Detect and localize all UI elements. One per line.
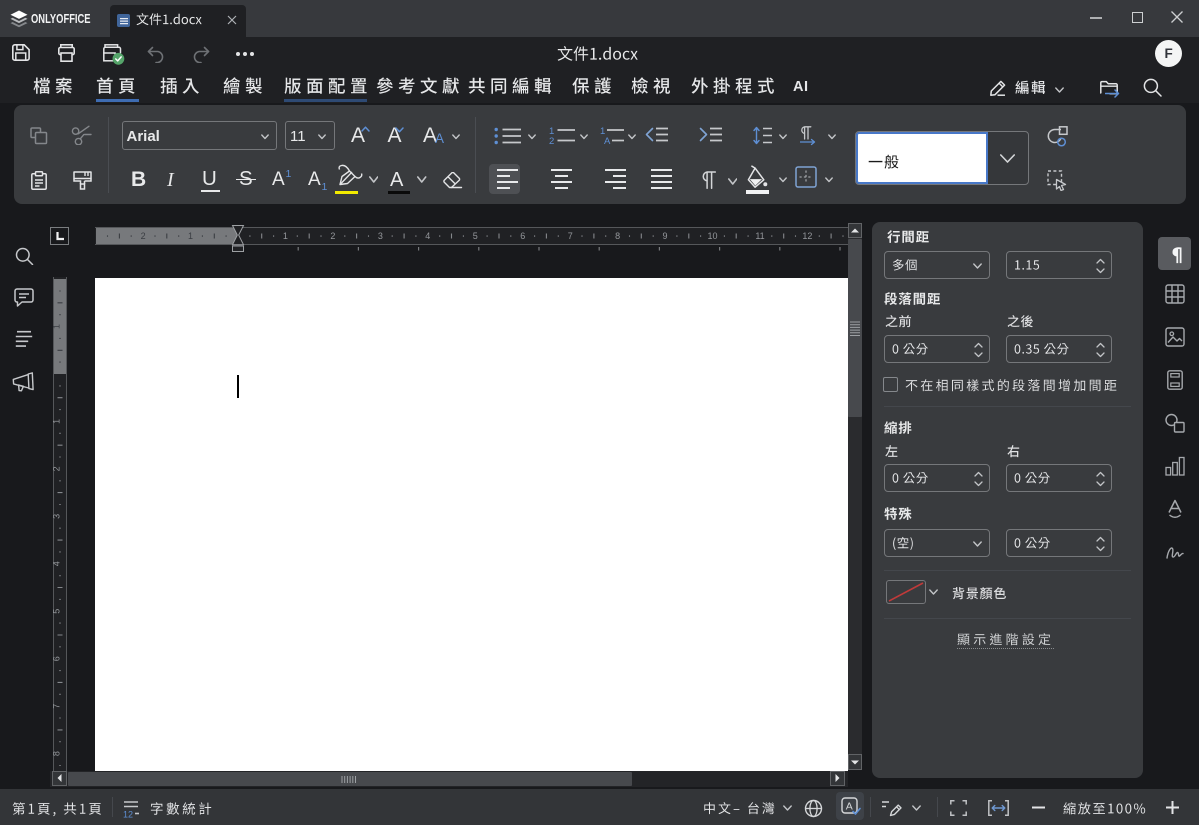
svg-text:12: 12	[123, 810, 133, 819]
svg-text:A: A	[604, 136, 611, 145]
svg-text:5: 5	[52, 609, 62, 614]
svg-text:2: 2	[52, 466, 62, 471]
svg-text:4: 4	[52, 561, 62, 566]
svg-text:8: 8	[52, 751, 62, 756]
svg-text:1: 1	[188, 231, 193, 241]
svg-text:2: 2	[141, 231, 146, 241]
svg-text:2: 2	[330, 231, 335, 241]
svg-text:11: 11	[755, 231, 764, 241]
svg-text:3: 3	[52, 514, 62, 519]
svg-text:1: 1	[52, 419, 62, 424]
svg-text:2: 2	[549, 136, 554, 145]
svg-text:7: 7	[568, 231, 573, 241]
svg-text:7: 7	[52, 704, 62, 709]
svg-text:A: A	[846, 801, 853, 813]
svg-text:1: 1	[283, 231, 288, 241]
svg-text:8: 8	[615, 231, 620, 241]
svg-text:3: 3	[378, 231, 383, 241]
svg-text:10: 10	[707, 231, 717, 241]
svg-text:5: 5	[473, 231, 478, 241]
svg-text:4: 4	[425, 231, 430, 241]
svg-text:6: 6	[52, 656, 62, 661]
svg-text:12: 12	[802, 231, 812, 241]
svg-text:9: 9	[662, 231, 667, 241]
svg-text:6: 6	[520, 231, 525, 241]
svg-text:1: 1	[52, 324, 62, 329]
